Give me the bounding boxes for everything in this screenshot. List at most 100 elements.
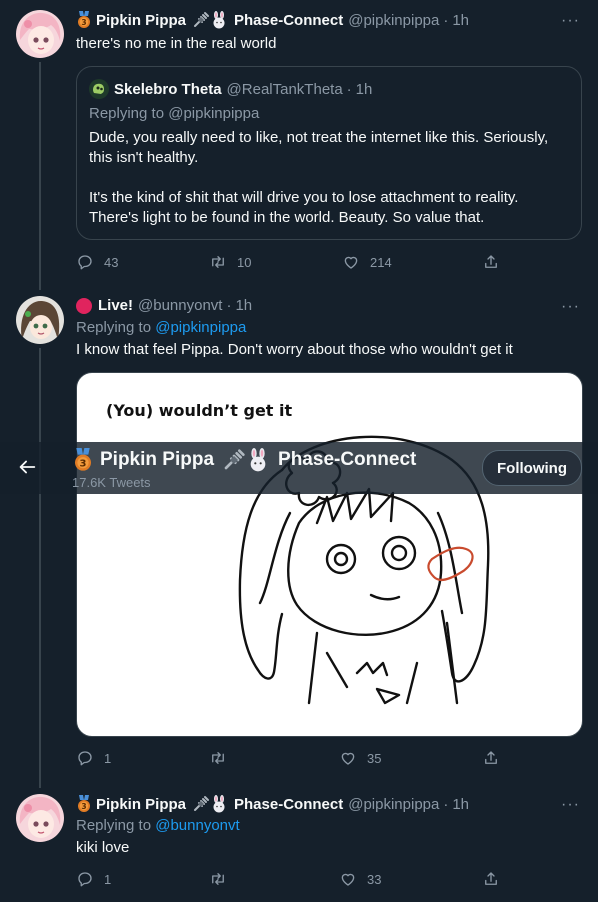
reply-icon [76, 749, 94, 767]
replying-mention[interactable]: @pipkinpippa [155, 319, 246, 336]
avatar-image [16, 10, 64, 58]
share-icon [482, 749, 500, 767]
tweet-text: I know that feel Pippa. Don't worry abou… [76, 341, 513, 358]
plug-icon [222, 448, 246, 472]
skull-icon [93, 83, 104, 94]
thread-line [39, 62, 41, 290]
like-button[interactable]: 35 [339, 749, 381, 767]
more-options-button[interactable]: ··· [561, 796, 580, 814]
like-button[interactable]: 214 [342, 253, 392, 271]
retweet-icon [209, 253, 227, 271]
following-button[interactable]: Following [482, 450, 582, 486]
reply-count: 1 [104, 750, 112, 766]
tweet-media-image[interactable]: (You) wouldn’t get it [76, 372, 583, 737]
avatar-bunny[interactable] [16, 296, 64, 344]
like-count: 35 [367, 750, 382, 766]
retweet-button[interactable] [209, 749, 237, 767]
plug-icon [192, 795, 210, 813]
quote-line-1: Dude, you really need to like, not treat… [89, 129, 549, 146]
quote-timestamp[interactable]: 1h [356, 81, 373, 98]
tweet-text: there's no me in the real world [76, 35, 277, 52]
retweet-button[interactable] [209, 870, 237, 888]
like-count: 214 [370, 254, 392, 270]
reply-count: 1 [104, 871, 112, 887]
replying-mention[interactable]: @bunnyonvt [155, 817, 239, 834]
quote-separator-dot: · [346, 80, 352, 98]
retweet-icon [209, 749, 227, 767]
tweet-pipkin-2[interactable]: Pipkin Pippa Phase-Connect @pipkinpippa … [0, 784, 598, 902]
reply-button[interactable]: 1 [76, 870, 111, 888]
medal-icon [76, 11, 92, 29]
tweet-header: Pipkin Pippa Phase-Connect @pipkinpippa … [76, 795, 469, 813]
bunny-icon [210, 795, 228, 813]
tweets-count: 17.6K Tweets [72, 475, 151, 490]
separator-dot: · [226, 297, 232, 314]
share-icon [482, 870, 500, 888]
sticky-org: Phase-Connect [278, 449, 417, 470]
action-bar: 43 10 214 [76, 253, 516, 273]
retweet-count: 10 [237, 254, 252, 270]
quote-display-name[interactable]: Skelebro Theta [114, 81, 222, 98]
display-name[interactable]: Pipkin Pippa [96, 796, 186, 813]
reply-count: 43 [104, 254, 119, 270]
reply-icon [76, 870, 94, 888]
handle[interactable]: @bunnyonvt [138, 297, 222, 314]
timestamp[interactable]: 1h [452, 12, 469, 29]
back-arrow-icon [19, 460, 36, 474]
quote-tweet[interactable]: Skelebro Theta @RealTankTheta · 1h Reply… [76, 66, 582, 240]
like-button[interactable]: 33 [339, 870, 381, 888]
more-options-button[interactable]: ··· [561, 12, 580, 30]
more-options-button[interactable]: ··· [561, 298, 580, 316]
tweet-text: kiki love [76, 839, 130, 856]
retweet-icon [209, 870, 227, 888]
sticky-profile-header: Pipkin Pippa Phase-Connect 17.6K Tweets … [0, 442, 598, 494]
plug-icon [192, 11, 210, 29]
reply-icon [76, 253, 94, 271]
drawing-illustration [238, 435, 490, 705]
sticky-title: Pipkin Pippa Phase-Connect [72, 448, 416, 472]
tweet-pipkin-1[interactable]: Pipkin Pippa Phase-Connect @pipkinpippa … [0, 0, 598, 290]
reply-button[interactable]: 43 [76, 253, 118, 271]
share-button[interactable] [482, 749, 500, 767]
handle[interactable]: @pipkinpippa [348, 796, 439, 813]
quote-replying-to: Replying to @pipkinpippa [89, 105, 260, 122]
share-button[interactable] [482, 870, 500, 888]
org-name[interactable]: Phase-Connect [234, 12, 343, 29]
like-icon [339, 749, 357, 767]
action-bar: 1 35 [76, 749, 516, 769]
reply-button[interactable]: 1 [76, 749, 111, 767]
quote-avatar [89, 79, 109, 99]
quote-line-3: It's the kind of shit that will drive yo… [89, 189, 519, 206]
avatar-pipkin[interactable] [16, 10, 64, 58]
bunny-icon [246, 448, 270, 472]
replying-prefix: Replying to [76, 319, 156, 336]
display-name[interactable]: Pipkin Pippa [96, 12, 186, 29]
quote-handle[interactable]: @RealTankTheta [227, 81, 343, 98]
back-button[interactable] [16, 456, 38, 478]
avatar-image [16, 794, 64, 842]
medal-icon [72, 448, 94, 472]
display-name[interactable]: Live! [98, 297, 133, 314]
like-icon [342, 253, 360, 271]
retweet-button[interactable]: 10 [209, 253, 251, 271]
quote-line-2: this isn't healthy. [89, 149, 199, 166]
share-button[interactable] [482, 253, 500, 271]
tweet-header: Pipkin Pippa Phase-Connect @pipkinpippa … [76, 11, 469, 29]
replying-to: Replying to @bunnyonvt [76, 817, 240, 834]
action-bar: 1 33 [76, 870, 516, 890]
thread-line [39, 348, 41, 788]
avatar-pipkin[interactable] [16, 794, 64, 842]
quote-text: Dude, you really need to like, not treat… [89, 128, 548, 228]
like-icon [339, 870, 357, 888]
medal-icon [76, 795, 92, 813]
handle[interactable]: @pipkinpippa [348, 12, 439, 29]
replying-to: Replying to @pipkinpippa [76, 319, 246, 336]
replying-prefix: Replying to [76, 817, 156, 834]
tweet-header: Live! @bunnyonvt · 1h [76, 297, 252, 314]
avatar-image [16, 296, 64, 344]
org-name[interactable]: Phase-Connect [234, 796, 343, 813]
separator-dot: · [443, 11, 449, 29]
timestamp[interactable]: 1h [452, 796, 469, 813]
live-dot-icon [76, 297, 92, 314]
timestamp[interactable]: 1h [235, 297, 252, 314]
